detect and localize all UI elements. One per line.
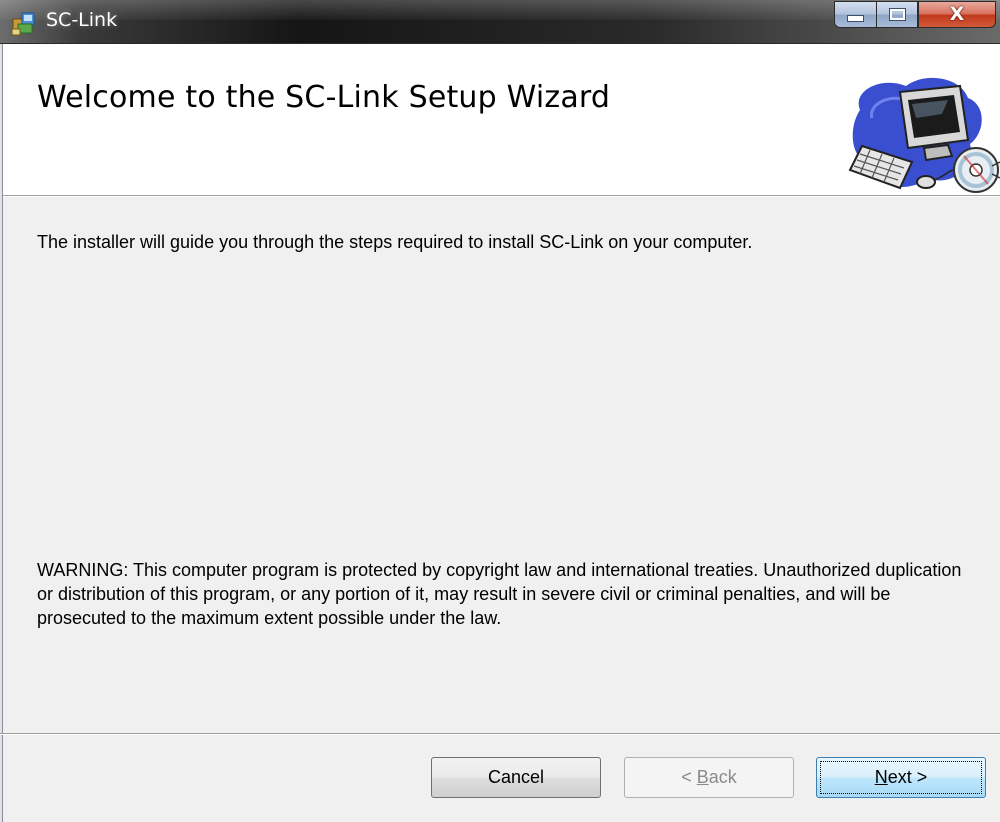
cancel-button[interactable]: Cancel (431, 757, 601, 798)
cancel-button-label: Cancel (487, 767, 545, 787)
computer-setup-clipart-icon (848, 77, 1000, 193)
window-title: SC-Link (46, 9, 118, 31)
back-button-label: < Back (681, 767, 737, 787)
window-left-border (0, 44, 3, 822)
window-controls: X (834, 1, 996, 29)
close-icon: X (949, 3, 965, 25)
copyright-warning-text: WARNING: This computer program is protec… (37, 560, 962, 628)
maximize-icon (888, 8, 906, 21)
wizard-banner: Welcome to the SC-Link Setup Wizard (0, 44, 1000, 195)
minimize-button[interactable] (834, 1, 876, 28)
title-bar[interactable]: SC-Link X (0, 0, 1000, 44)
banner-title: Welcome to the SC-Link Setup Wizard (37, 80, 611, 115)
minimize-icon (847, 15, 864, 22)
intro-text: The installer will guide you through the… (37, 232, 753, 252)
close-button[interactable]: X (918, 1, 996, 28)
next-button[interactable]: Next > (816, 757, 986, 798)
maximize-button[interactable] (876, 1, 918, 28)
next-button-label: Next > (874, 767, 928, 787)
footer-separator (0, 733, 1000, 735)
banner-separator (0, 195, 1000, 197)
installer-package-icon (11, 12, 35, 36)
back-button[interactable]: < Back (624, 757, 794, 798)
